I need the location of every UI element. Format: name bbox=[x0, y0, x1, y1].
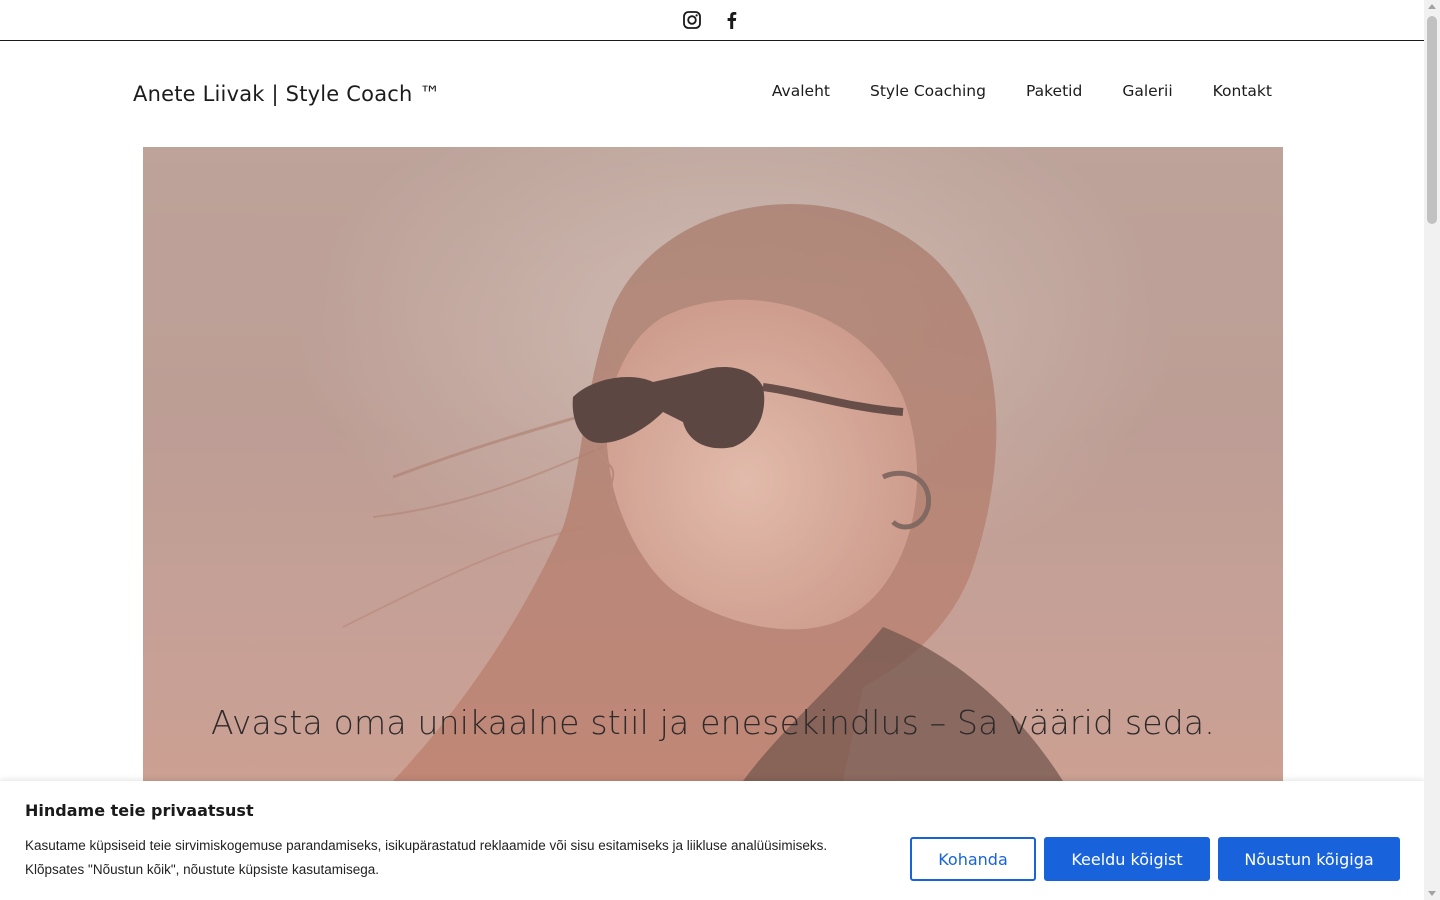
hero-caption: Avasta oma unikaalne stiil ja enesekindl… bbox=[210, 703, 1215, 742]
nav-item-avaleht[interactable]: Avaleht bbox=[772, 82, 830, 100]
social-bar bbox=[0, 0, 1424, 41]
hero-banner: Avasta oma unikaalne stiil ja enesekindl… bbox=[143, 147, 1283, 781]
nav-item-galerii[interactable]: Galerii bbox=[1122, 82, 1172, 100]
facebook-icon[interactable] bbox=[722, 10, 742, 30]
instagram-icon[interactable] bbox=[682, 10, 702, 30]
main-nav: Avaleht Style Coaching Paketid Galerii K… bbox=[772, 82, 1272, 100]
scroll-up-icon[interactable] bbox=[1428, 4, 1436, 9]
cookie-actions: Kohanda Keeldu kõigist Nõustun kõigiga bbox=[910, 837, 1400, 881]
hero-portrait-illustration bbox=[143, 147, 1283, 781]
page-scrollbar[interactable] bbox=[1424, 0, 1440, 900]
accept-all-button[interactable]: Nõustun kõigiga bbox=[1218, 837, 1400, 881]
cookie-banner: Hindame teie privaatsust Kasutame küpsis… bbox=[0, 781, 1424, 900]
cookie-title: Hindame teie privaatsust bbox=[25, 801, 254, 820]
brand-title[interactable]: Anete Liivak | Style Coach ™ bbox=[133, 82, 441, 106]
site-header: Anete Liivak | Style Coach ™ Avaleht Sty… bbox=[0, 41, 1424, 147]
reject-all-button[interactable]: Keeldu kõigist bbox=[1044, 837, 1210, 881]
customize-button[interactable]: Kohanda bbox=[910, 837, 1036, 881]
nav-item-paketid[interactable]: Paketid bbox=[1026, 82, 1082, 100]
cookie-description: Kasutame küpsiseid teie sirvimiskogemuse… bbox=[25, 838, 828, 877]
nav-item-kontakt[interactable]: Kontakt bbox=[1213, 82, 1272, 100]
nav-item-style-coaching[interactable]: Style Coaching bbox=[870, 82, 986, 100]
scroll-thumb[interactable] bbox=[1427, 16, 1437, 224]
scroll-down-icon[interactable] bbox=[1428, 891, 1436, 896]
